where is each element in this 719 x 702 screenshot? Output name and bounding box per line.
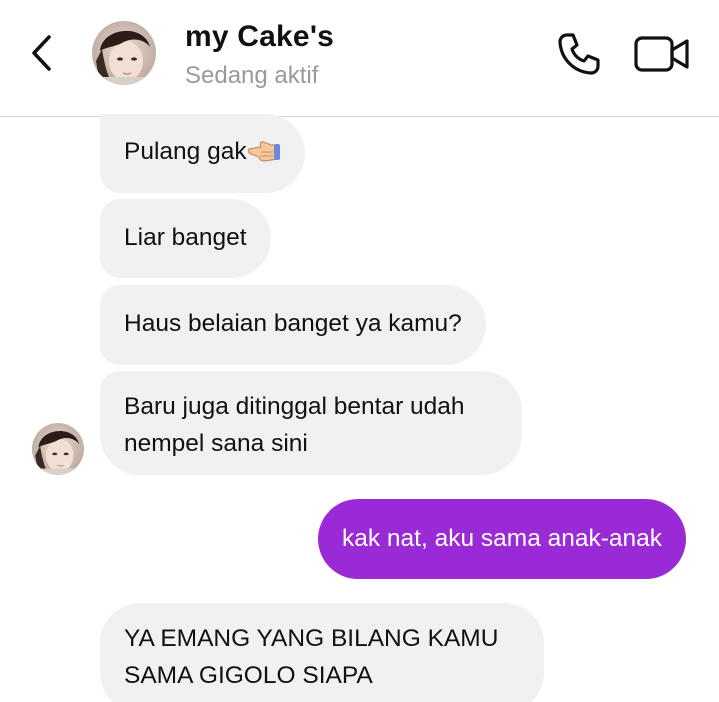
chat-header: my Cake's Sedang aktif [0, 0, 719, 117]
pointing-finger-emoji [247, 135, 281, 165]
message-text-line: SAMA GIGOLO SIAPA [124, 662, 373, 689]
contact-name[interactable]: my Cake's [185, 20, 334, 54]
message-text: kak nat, aku sama anak-anak [342, 525, 663, 552]
voice-call-button[interactable] [553, 28, 605, 80]
avatar-photo [32, 423, 84, 475]
message-bubble-incoming[interactable]: Liar banget [100, 199, 271, 278]
chevron-left-icon [32, 35, 51, 71]
phone-icon [558, 33, 600, 75]
contact-avatar[interactable] [92, 21, 156, 85]
sender-avatar[interactable] [32, 423, 84, 475]
message-text-line: nempel sana sini [124, 430, 308, 457]
video-camera-icon [634, 36, 689, 72]
message-bubble-outgoing[interactable]: kak nat, aku sama anak-anak [318, 499, 687, 579]
video-call-button[interactable] [632, 28, 692, 80]
chat-screen: my Cake's Sedang aktif Pulang gak Liar b… [0, 0, 719, 702]
message-bubble-incoming[interactable]: Haus belaian banget ya kamu? [100, 285, 486, 365]
message-bubble-incoming[interactable]: Pulang gak [100, 114, 305, 193]
avatar-photo [92, 21, 156, 85]
message-text: Haus belaian banget ya kamu? [124, 310, 462, 337]
message-bubble-incoming[interactable]: Baru juga ditinggal bentar udah nempel s… [100, 371, 522, 475]
message-text: Pulang gak [124, 138, 247, 165]
message-text-line: YA EMANG YANG BILANG KAMU [124, 625, 499, 652]
back-button[interactable] [22, 28, 62, 78]
message-text: Liar banget [124, 224, 247, 251]
active-status: Sedang aktif [185, 62, 319, 89]
message-bubble-incoming[interactable]: YA EMANG YANG BILANG KAMU SAMA GIGOLO SI… [100, 603, 544, 702]
message-text-line: Baru juga ditinggal bentar udah [124, 393, 465, 420]
